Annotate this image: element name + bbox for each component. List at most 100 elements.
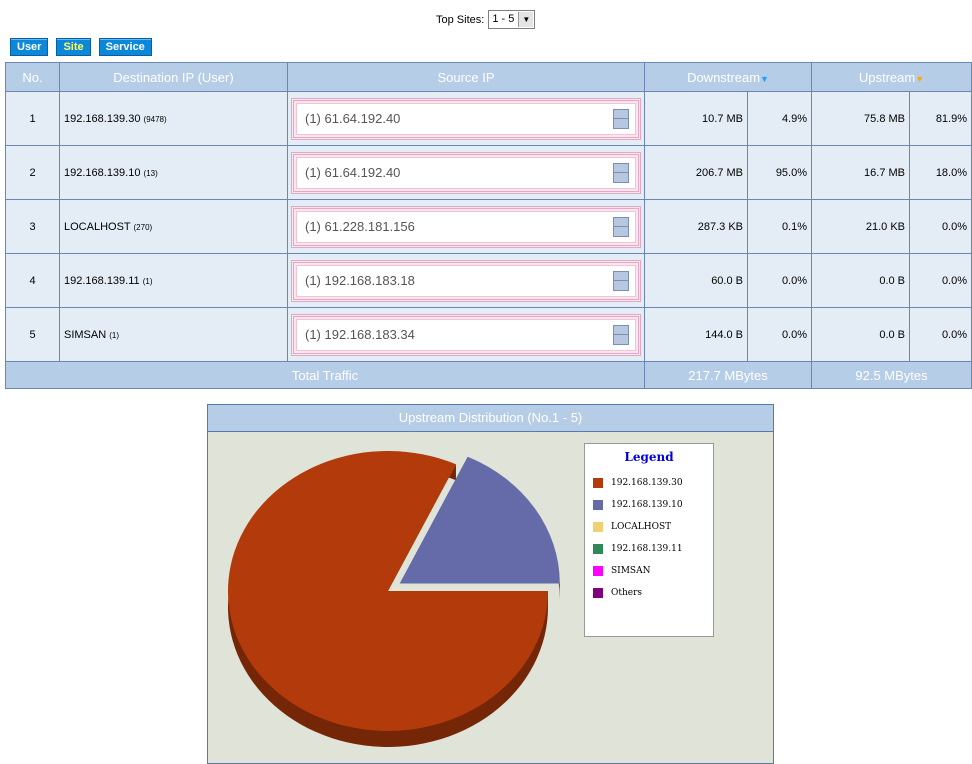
legend-item: LOCALHOST (585, 516, 713, 538)
chevron-down-icon[interactable]: ▼ (518, 12, 534, 27)
spinner-icon[interactable] (613, 216, 629, 237)
spinner-icon[interactable] (613, 324, 629, 345)
downstream-value: 206.7 MB (644, 145, 748, 200)
session-count: (13) (143, 168, 158, 178)
row-number: 5 (5, 307, 60, 362)
top-sites-label: Top Sites: (436, 13, 485, 26)
legend-label: 192.168.139.10 (611, 500, 683, 510)
sort-down-icon[interactable]: ▼ (915, 74, 924, 84)
spinner-icon[interactable] (613, 108, 629, 129)
row-number: 4 (5, 253, 60, 308)
top-sites-select[interactable]: 1 - 5 ▼ (488, 10, 536, 29)
legend-label: 192.168.139.30 (611, 478, 683, 488)
legend-label: Others (611, 588, 643, 598)
upstream-percent: 0.0% (909, 199, 972, 254)
source-cell: (1) 192.168.183.18 (287, 253, 645, 308)
destination-cell: 192.168.139.11 (1) (59, 253, 288, 308)
source-ip-select[interactable]: (1) 192.168.183.18 (291, 259, 641, 302)
chart-legend: Legend 192.168.139.30 192.168.139.10 LOCAL… (584, 443, 714, 637)
downstream-value: 144.0 B (644, 307, 748, 362)
tab-user[interactable]: User (10, 38, 49, 56)
source-cell: (1) 192.168.183.34 (287, 307, 645, 362)
destination-ip: SIMSAN (64, 328, 107, 341)
session-count: (9478) (143, 114, 167, 124)
downstream-percent: 4.9% (746, 91, 813, 146)
table-row: 2 192.168.139.10 (13) (1) 61.64.192.40 2… (5, 145, 972, 200)
col-header-source[interactable]: Source IP (287, 62, 645, 92)
legend-label: LOCALHOST (611, 522, 672, 532)
source-cell: (1) 61.228.181.156 (287, 199, 645, 254)
source-ip-value: (1) 61.64.192.40 (305, 165, 401, 180)
downstream-percent: 0.1% (746, 199, 813, 254)
col-header-downstream[interactable]: Downstream▼ (643, 62, 813, 92)
top-sites-value: 1 - 5 (492, 13, 515, 25)
upstream-value: 0.0 B (811, 253, 911, 308)
spinner-icon[interactable] (613, 270, 629, 291)
upstream-percent: 81.9% (909, 91, 972, 146)
legend-swatch (593, 544, 603, 554)
source-cell: (1) 61.64.192.40 (287, 91, 645, 146)
upstream-value: 16.7 MB (811, 145, 911, 200)
destination-ip: LOCALHOST (64, 220, 131, 233)
legend-item: 192.168.139.30 (585, 472, 713, 494)
table-row: 4 192.168.139.11 (1) (1) 192.168.183.18 … (5, 253, 972, 308)
legend-swatch (593, 566, 603, 576)
legend-label: SIMSAN (611, 566, 651, 576)
destination-cell: LOCALHOST (270) (59, 199, 288, 254)
upstream-percent: 18.0% (909, 145, 972, 200)
table-row: 5 SIMSAN (1) (1) 192.168.183.34 144.0 B … (5, 307, 972, 362)
table-header-row: No. Destination IP (User) Source IP Down… (5, 62, 972, 92)
sort-down-icon[interactable]: ▼ (760, 74, 769, 84)
col-header-no: No. (5, 62, 60, 92)
source-cell: (1) 61.64.192.40 (287, 145, 645, 200)
total-upstream: 92.5 MBytes (811, 361, 972, 389)
source-ip-value: (1) 192.168.183.34 (305, 327, 415, 342)
destination-ip: 192.168.139.30 (64, 112, 141, 125)
source-ip-select[interactable]: (1) 61.64.192.40 (291, 97, 641, 140)
session-count: (1) (142, 276, 153, 286)
top-sites-control: Top Sites: 1 - 5 ▼ (436, 10, 536, 29)
top-sites-table: No. Destination IP (User) Source IP Down… (5, 62, 972, 389)
destination-cell: 192.168.139.10 (13) (59, 145, 288, 200)
session-count: (270) (133, 222, 153, 232)
source-ip-select[interactable]: (1) 192.168.183.34 (291, 313, 641, 356)
legend-item: 192.168.139.10 (585, 494, 713, 516)
downstream-value: 10.7 MB (644, 91, 748, 146)
spinner-icon[interactable] (613, 162, 629, 183)
destination-cell: 192.168.139.30 (9478) (59, 91, 288, 146)
downstream-value: 60.0 B (644, 253, 748, 308)
view-tabs: User Site Service (10, 38, 152, 56)
destination-ip: 192.168.139.11 (64, 274, 140, 287)
upstream-chart-panel: Upstream Distribution (No.1 - 5) Legend … (207, 404, 774, 764)
col-header-upstream[interactable]: Upstream▼ (811, 62, 972, 92)
destination-ip: 192.168.139.10 (64, 166, 141, 179)
downstream-value: 287.3 KB (644, 199, 748, 254)
legend-item: 192.168.139.11 (585, 538, 713, 560)
source-ip-select[interactable]: (1) 61.228.181.156 (291, 205, 641, 248)
row-number: 3 (5, 199, 60, 254)
upstream-label: Upstream (858, 69, 916, 85)
upstream-percent: 0.0% (909, 307, 972, 362)
source-ip-value: (1) 61.64.192.40 (305, 111, 401, 126)
downstream-label: Downstream (687, 69, 761, 85)
legend-swatch (593, 522, 603, 532)
source-ip-value: (1) 192.168.183.18 (305, 273, 415, 288)
table-row: 1 192.168.139.30 (9478) (1) 61.64.192.40… (5, 91, 972, 146)
total-downstream: 217.7 MBytes (643, 361, 813, 389)
downstream-percent: 95.0% (746, 145, 813, 200)
legend-item: SIMSAN (585, 560, 713, 582)
downstream-percent: 0.0% (746, 253, 813, 308)
legend-swatch (593, 478, 603, 488)
row-number: 2 (5, 145, 60, 200)
tab-service[interactable]: Service (98, 38, 152, 56)
legend-title: Legend (624, 450, 674, 464)
tab-site[interactable]: Site (56, 38, 91, 56)
source-ip-select[interactable]: (1) 61.64.192.40 (291, 151, 641, 194)
legend-item: Others (585, 582, 713, 604)
col-header-destination[interactable]: Destination IP (User) (59, 62, 288, 92)
session-count: (1) (109, 330, 120, 340)
legend-swatch (593, 500, 603, 510)
table-row: 3 LOCALHOST (270) (1) 61.228.181.156 287… (5, 199, 972, 254)
upstream-value: 75.8 MB (811, 91, 911, 146)
total-label: Total Traffic (5, 361, 645, 389)
